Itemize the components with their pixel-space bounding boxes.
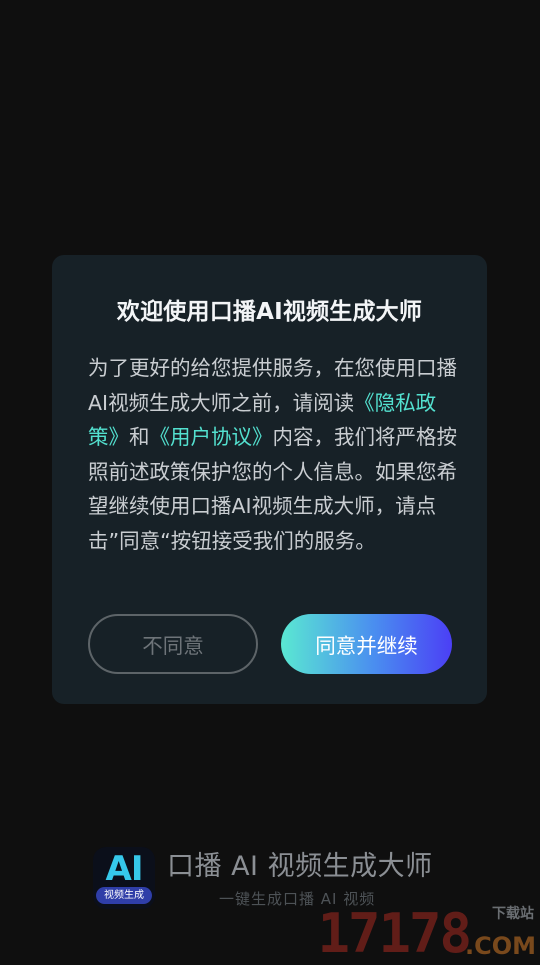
logo-ai-text: AI bbox=[105, 849, 144, 889]
watermark-domain: .COM bbox=[464, 932, 536, 960]
conjunction-text: 和 bbox=[129, 425, 150, 449]
app-logo: AI 视频生成 bbox=[93, 847, 155, 909]
download-site-watermark: 17178 下载站 .COM bbox=[310, 902, 536, 964]
privacy-consent-dialog: 欢迎使用口播AI视频生成大师 为了更好的给您提供服务，在您使用口播AI视频生成大… bbox=[52, 255, 487, 704]
decline-button[interactable]: 不同意 bbox=[88, 614, 258, 674]
accept-continue-button[interactable]: 同意并继续 bbox=[281, 614, 452, 674]
dialog-title: 欢迎使用口播AI视频生成大师 bbox=[116, 299, 423, 325]
app-name: 口播 AI 视频生成大师 bbox=[167, 851, 433, 882]
watermark-number: 17178 bbox=[317, 902, 472, 965]
watermark-tag: 下载站 bbox=[492, 906, 534, 922]
dialog-body: 为了更好的给您提供服务，在您使用口播AI视频生成大师之前，请阅读《隐私政策》和《… bbox=[88, 351, 459, 558]
user-agreement-link[interactable]: 《用户协议》 bbox=[150, 425, 273, 449]
logo-subtitle: 视频生成 bbox=[96, 887, 152, 904]
